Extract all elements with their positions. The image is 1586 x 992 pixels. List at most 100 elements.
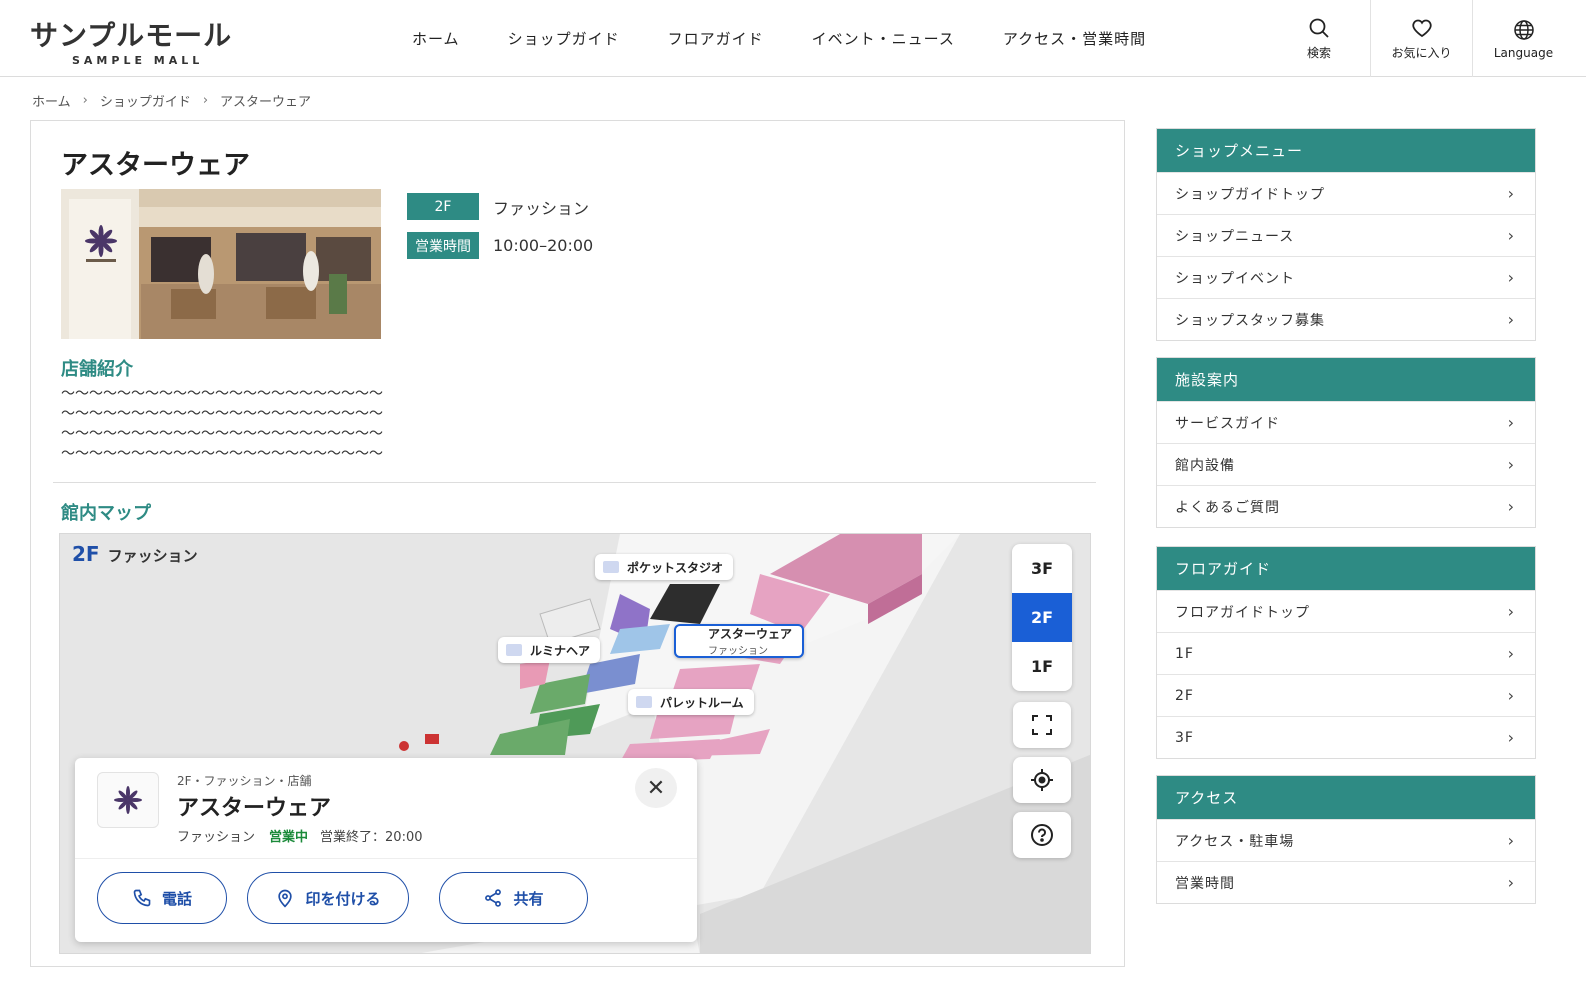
floor-map[interactable]: 2F ファッション ポケットスタジオ ルミナヘア アスターウェア ファッション … [59,533,1091,954]
share-icon [485,889,502,907]
shop-logo [97,772,159,828]
pin-label: アスターウェア [708,627,793,641]
floor-badge: 2F [407,193,479,220]
breadcrumb: ホーム › ショップガイド › アスターウェア [32,91,311,110]
intro-text-line: 〜〜〜〜〜〜〜〜〜〜〜〜〜〜〜〜〜〜〜〜〜〜〜 [61,406,383,422]
search-button[interactable]: 検索 [1268,0,1370,77]
map-pin-lumina-hair[interactable]: ルミナヘア [498,637,601,663]
map-floor-indicator: 2F ファッション [72,542,198,566]
card-meta: 2F・ファッション・店舗 [177,774,312,788]
map-category-label: ファッション [107,547,198,565]
closing-time: 営業終了：20:00 [320,830,423,845]
map-pin-pocket-studio[interactable]: ポケットスタジオ [595,554,734,580]
chevron-right-icon: › [82,93,88,108]
call-label: 電話 [161,889,192,908]
chevron-right-icon: › [1507,602,1515,621]
sidebar-shop-menu: ショップメニュー ショップガイドトップ › ショップニュース › ショップイベント ›… [1156,128,1536,341]
sidebar-item-facilities[interactable]: 館内設備 › [1157,443,1535,485]
nav-access-hours[interactable]: アクセス・営業時間 [1003,28,1146,49]
shop-detail-panel: アスターウェア 2F ファッション 営業時間 10:00–20:00 店舗紹介 … [30,120,1125,967]
favorites-button[interactable]: お気に入り [1370,0,1472,77]
close-icon: ✕ [646,775,666,801]
sidebar-item-3f[interactable]: 3F › [1157,716,1535,758]
site-logo[interactable]: サンプルモール SAMPLE MALL [30,14,232,67]
mark-label: 印を付ける [305,889,381,908]
sidebar-item-label: 3F [1175,729,1194,746]
map-pin-palette-room[interactable]: パレットルーム [628,689,754,715]
floor-button-1f[interactable]: 1F [1012,642,1072,691]
sidebar-item-shop-events[interactable]: ショップイベント › [1157,256,1535,298]
call-button[interactable]: 電話 [97,872,227,924]
chevron-right-icon: › [1507,310,1515,329]
share-button[interactable]: 共有 [439,872,588,924]
sidebar-item-staff-recruit[interactable]: ショップスタッフ募集 › [1157,298,1535,340]
map-pin-aster-ware[interactable]: アスターウェア ファッション [674,624,805,658]
sidebar-item-1f[interactable]: 1F › [1157,632,1535,674]
hours-row: 営業時間 10:00–20:00 [407,232,593,259]
breadcrumb-home[interactable]: ホーム [32,91,71,110]
mark-button[interactable]: 印を付ける [247,872,409,924]
floor-button-2f[interactable]: 2F [1012,593,1072,642]
hours-text: 10:00–20:00 [493,236,594,255]
category-text: ファッション [493,198,590,218]
target-icon [1031,769,1053,791]
shop-logo-icon [636,696,652,708]
sidebar-item-label: ショップスタッフ募集 [1175,312,1325,329]
floor-button-3f[interactable]: 3F [1012,544,1072,593]
sidebar-item-label: 館内設備 [1175,457,1235,474]
phone-icon [133,889,151,907]
shop-info-card: 2F・ファッション・店舗 アスターウェア ファッション 営業中 営業終了：20:… [75,758,697,942]
intro-text-line: 〜〜〜〜〜〜〜〜〜〜〜〜〜〜〜〜〜〜〜〜〜〜〜 [61,386,383,402]
locate-button[interactable] [1013,757,1071,803]
language-button[interactable]: Language [1472,0,1574,77]
chevron-right-icon: › [1507,226,1515,245]
pin-label: ポケットスタジオ [627,560,724,575]
sidebar-heading: アクセス [1157,776,1535,819]
map-heading: 館内マップ [61,503,151,524]
floor-switcher: 3F 2F 1F [1012,544,1072,691]
sidebar-floor-guide: フロアガイド フロアガイドトップ › 1F › 2F › 3F › [1156,546,1536,759]
logo-text-en: SAMPLE MALL [72,54,204,67]
shop-logo-icon [603,561,619,573]
chevron-right-icon: › [202,93,209,108]
nav-home[interactable]: ホーム [412,28,460,49]
breadcrumb-shop-guide[interactable]: ショップガイド [100,91,191,110]
hours-badge: 営業時間 [407,232,479,259]
nav-shop-guide[interactable]: ショップガイド [508,28,620,49]
card-shop-name: アスターウェア [177,796,332,821]
sidebar-item-2f[interactable]: 2F › [1157,674,1535,716]
sidebar-item-faq[interactable]: よくあるご質問 › [1157,485,1535,527]
language-label: Language [1493,45,1554,60]
share-label: 共有 [513,889,544,908]
sidebar-item-hours[interactable]: 営業時間 › [1157,861,1535,903]
chevron-right-icon: › [1507,455,1515,474]
shop-photo [61,189,381,339]
sidebar-item-access-parking[interactable]: アクセス・駐車場 › [1157,819,1535,861]
chevron-right-icon: › [1507,497,1515,516]
fullscreen-button[interactable] [1013,702,1071,748]
chevron-right-icon: › [1507,413,1515,432]
header-actions: 検索 お気に入り Language [1268,0,1574,77]
help-button[interactable] [1013,812,1071,858]
aster-flower-icon [114,786,142,814]
open-status: 営業中 [269,830,309,845]
intro-text-line: 〜〜〜〜〜〜〜〜〜〜〜〜〜〜〜〜〜〜〜〜〜〜〜 [61,426,383,442]
sidebar-heading: ショップメニュー [1157,129,1535,172]
main-nav: ホーム ショップガイド フロアガイド イベント・ニュース アクセス・営業時間 [412,28,1194,49]
sidebar-item-shop-guide-top[interactable]: ショップガイドトップ › [1157,172,1535,214]
close-card-button[interactable]: ✕ [635,768,677,808]
globe-icon [1513,19,1534,40]
nav-floor-guide[interactable]: フロアガイド [668,28,764,49]
breadcrumb-current: アスターウェア [220,95,312,110]
sidebar-item-service-guide[interactable]: サービスガイド › [1157,401,1535,443]
sidebar-item-label: よくあるご質問 [1175,499,1280,516]
map-floor-label: 2F [72,542,100,566]
sidebar-item-floor-guide-top[interactable]: フロアガイドトップ › [1157,590,1535,632]
sidebar-item-shop-news[interactable]: ショップニュース › [1157,214,1535,256]
chevron-right-icon: › [1507,644,1515,663]
logo-text-jp: サンプルモール [30,19,233,52]
sidebar-item-label: ショップイベント [1175,270,1295,287]
floor-row: 2F ファッション [407,193,589,220]
nav-events-news[interactable]: イベント・ニュース [812,28,955,49]
search-label: 検索 [1306,46,1331,60]
